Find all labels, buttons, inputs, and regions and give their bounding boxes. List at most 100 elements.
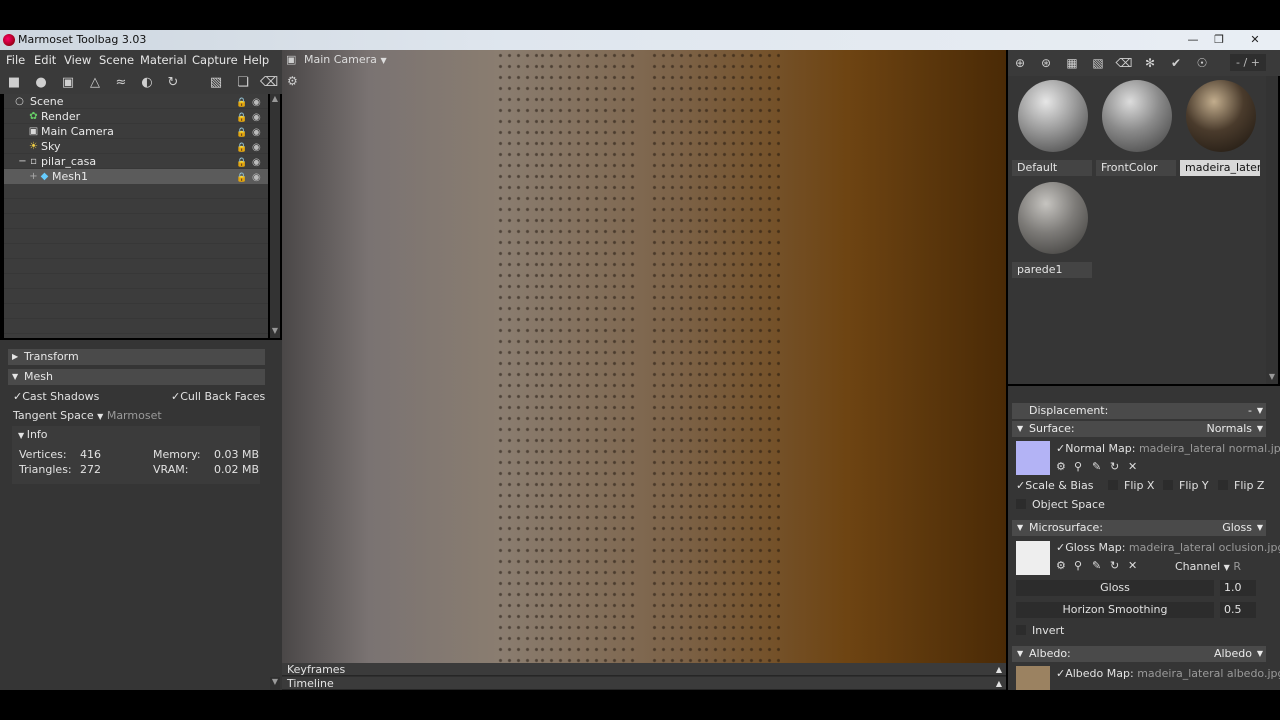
add-fog-icon[interactable]: ≈ (113, 74, 129, 90)
search-icon[interactable]: ⚲ (1074, 460, 1082, 473)
reload-icon[interactable]: ↻ (1110, 460, 1119, 473)
reload-icon[interactable]: ↻ (1110, 559, 1119, 572)
cull-back-faces-checkbox[interactable]: ✓Cull Back Faces (171, 390, 265, 403)
normal-map-swatch[interactable] (1016, 441, 1050, 475)
expand-up-icon[interactable]: ▲ (996, 677, 1002, 690)
microsurface-section-header[interactable]: ▼ Microsurface: Gloss ▼ (1012, 520, 1266, 536)
flip-y-checkbox[interactable]: Flip Y (1163, 479, 1209, 492)
scale-bias-checkbox[interactable]: ✓Scale & Bias (1016, 479, 1093, 492)
albedo-mode-dropdown[interactable]: Albedo (1214, 646, 1252, 662)
menu-edit[interactable]: Edit (34, 53, 56, 67)
menu-capture[interactable]: Capture (192, 53, 238, 67)
scroll-up-icon[interactable]: ▲ (270, 94, 280, 104)
gloss-value-input[interactable]: 1.0 (1220, 580, 1256, 596)
menu-scene[interactable]: Scene (99, 53, 134, 67)
duplicate-material-icon[interactable]: ⊛ (1038, 55, 1054, 71)
horizon-smoothing-slider[interactable]: Horizon Smoothing (1016, 602, 1214, 618)
edit-icon[interactable]: ✎ (1092, 559, 1101, 572)
transform-section-header[interactable]: ▶ Transform (8, 349, 265, 365)
albedo-map-filename[interactable]: madeira_lateral albedo.jpg (1137, 667, 1280, 680)
info-section-header[interactable]: ▼ Info (18, 428, 48, 441)
keyframes-bar[interactable]: Keyframes ▲ (282, 663, 1006, 676)
expand-up-icon[interactable]: ▲ (996, 663, 1002, 676)
maximize-button[interactable]: ❐ (1206, 32, 1232, 47)
assign-material-icon[interactable]: ✔ (1168, 55, 1184, 71)
search-icon[interactable]: ⚲ (1074, 559, 1082, 572)
object-space-checkbox[interactable]: Object Space (1016, 498, 1105, 511)
add-camera-icon[interactable]: ▣ (60, 74, 76, 90)
scroll-down-icon[interactable]: ▼ (270, 326, 280, 336)
albedo-section-header[interactable]: ▼ Albedo: Albedo ▼ (1012, 646, 1266, 662)
menu-material[interactable]: Material (140, 53, 187, 67)
visibility-eye-icon[interactable]: ◉ (252, 140, 261, 155)
tree-item-scene[interactable]: ○ Scene 🔒 ◉ (4, 94, 268, 109)
gear-icon[interactable]: ⚙ (287, 74, 298, 88)
tangent-space-dropdown[interactable]: Tangent Space ▼ Marmoset (13, 409, 162, 422)
add-turntable-icon[interactable]: ↻ (165, 74, 181, 90)
horizon-smoothing-value-input[interactable]: 0.5 (1220, 602, 1256, 618)
invert-checkbox[interactable]: Invert (1016, 624, 1064, 637)
gear-icon[interactable]: ⚙ (1056, 460, 1066, 473)
tree-item-mesh1[interactable]: + ◆ Mesh1 🔒 ◉ (4, 169, 268, 184)
material-parede1[interactable]: parede1 (1012, 178, 1092, 278)
mesh-section-header[interactable]: ▼ Mesh (8, 369, 265, 385)
channel-dropdown[interactable]: Channel ▼ R (1175, 560, 1241, 573)
tree-item-pilar-casa[interactable]: − ▫ pilar_casa 🔒 ◉ (4, 154, 268, 169)
surface-section-header[interactable]: ▼ Surface: Normals ▼ (1012, 421, 1266, 437)
add-light-icon[interactable]: ● (33, 74, 49, 90)
visibility-eye-icon[interactable]: ◉ (252, 95, 261, 110)
albedo-map-swatch[interactable] (1016, 666, 1050, 690)
menu-file[interactable]: File (6, 53, 25, 67)
scroll-down-icon[interactable]: ▼ (1266, 372, 1278, 382)
add-material-icon[interactable]: ⊕ (1012, 55, 1028, 71)
close-icon[interactable]: ✕ (1128, 460, 1137, 473)
collapse-toggle-icon[interactable]: − (17, 156, 28, 167)
material-default[interactable]: Default (1012, 76, 1092, 176)
tree-item-render[interactable]: ✿ Render 🔒 ◉ (4, 109, 268, 124)
timeline-bar[interactable]: Timeline ▲ (282, 677, 1006, 690)
add-shadow-catcher-icon[interactable]: ◐ (139, 74, 155, 90)
expand-toggle-icon[interactable]: + (28, 171, 39, 182)
link-material-icon[interactable]: ☉ (1194, 55, 1210, 71)
material-library-scrollbar[interactable]: ▼ (1266, 76, 1278, 384)
checkmark-icon[interactable]: ✓ (1056, 442, 1065, 455)
pick-material-icon[interactable]: ✻ (1142, 55, 1158, 71)
checkmark-icon[interactable]: ✓ (1056, 541, 1065, 554)
close-button[interactable]: ✕ (1242, 32, 1268, 47)
open-folder-icon[interactable]: ▧ (1090, 55, 1106, 71)
checker-icon[interactable]: ▦ (1064, 55, 1080, 71)
visibility-eye-icon[interactable]: ◉ (252, 125, 261, 140)
checkmark-icon[interactable]: ✓ (1056, 667, 1065, 680)
delete-icon[interactable]: ⌫ (260, 74, 278, 90)
camera-select-dropdown[interactable]: Main Camera ▼ (304, 53, 387, 66)
tree-item-main-camera[interactable]: ▣ Main Camera 🔒 ◉ (4, 124, 268, 139)
visibility-eye-icon[interactable]: ◉ (252, 110, 261, 125)
edit-icon[interactable]: ✎ (1092, 460, 1101, 473)
open-folder-icon[interactable]: ▧ (208, 74, 224, 90)
delete-icon[interactable]: ⌫ (1116, 55, 1133, 71)
visibility-eye-icon[interactable]: ◉ (252, 155, 261, 170)
lock-icon[interactable]: 🔒 (236, 171, 247, 186)
duplicate-icon[interactable]: ❏ (235, 74, 251, 90)
gloss-slider[interactable]: Gloss (1016, 580, 1214, 596)
material-madeira-lateral[interactable]: madeira_lateral (1180, 76, 1260, 176)
normal-map-filename[interactable]: madeira_lateral normal.jpg (1139, 442, 1280, 455)
page-stepper[interactable]: - / + (1230, 54, 1266, 71)
flip-z-checkbox[interactable]: Flip Z (1218, 479, 1264, 492)
menu-help[interactable]: Help (243, 53, 269, 67)
tree-item-sky[interactable]: ☀ Sky 🔒 ◉ (4, 139, 268, 154)
minimize-button[interactable]: — (1180, 32, 1206, 47)
displacement-section-header[interactable]: Displacement: - ▼ (1012, 403, 1266, 419)
add-object-icon[interactable]: ■ (6, 74, 22, 90)
material-frontcolor[interactable]: FrontColor (1096, 76, 1176, 176)
gloss-map-swatch[interactable] (1016, 541, 1050, 575)
gear-icon[interactable]: ⚙ (1056, 559, 1066, 572)
microsurface-mode-dropdown[interactable]: Gloss (1222, 520, 1252, 536)
flip-x-checkbox[interactable]: Flip X (1108, 479, 1154, 492)
close-icon[interactable]: ✕ (1128, 559, 1137, 572)
add-sky-icon[interactable]: △ (87, 74, 103, 90)
scene-tree-scrollbar[interactable]: ▲ ▼ (270, 94, 280, 338)
menu-view[interactable]: View (64, 53, 91, 67)
surface-mode-dropdown[interactable]: Normals (1206, 421, 1252, 437)
3d-viewport[interactable] (282, 50, 1006, 663)
